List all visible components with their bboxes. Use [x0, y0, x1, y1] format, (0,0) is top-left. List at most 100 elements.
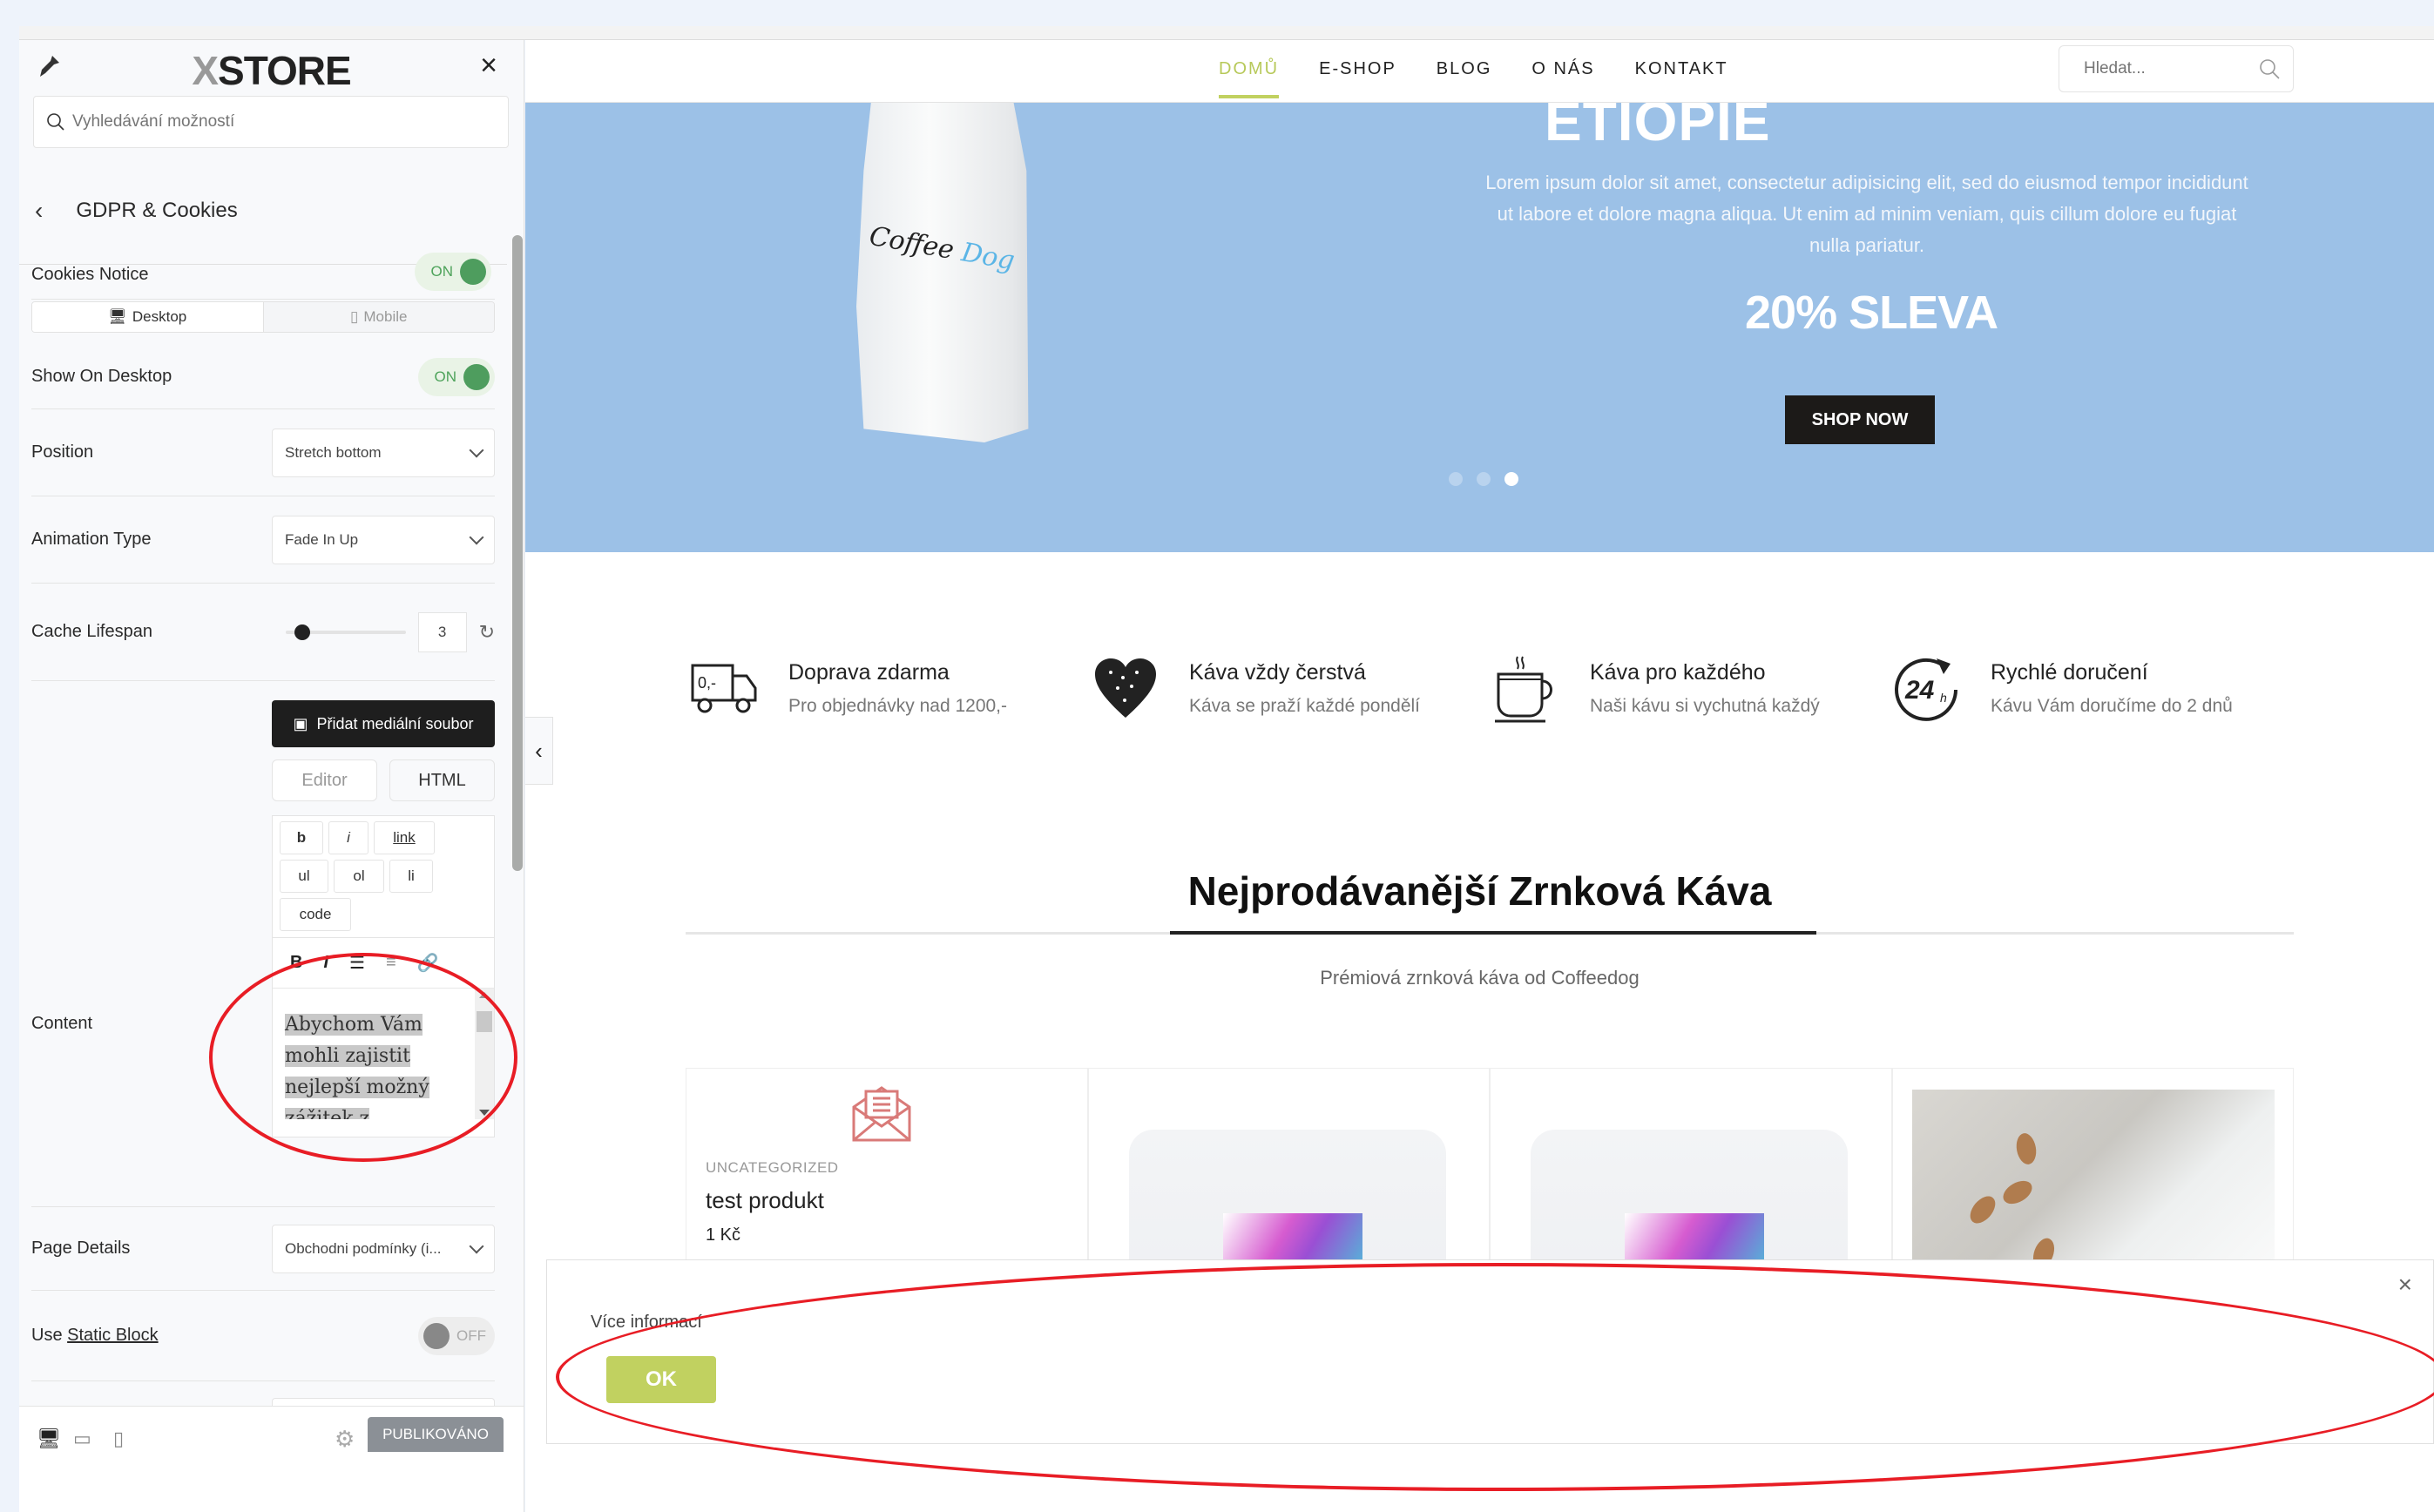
device-tabs: 🖥 Desktop ▯ Mobile: [31, 301, 495, 333]
cache-number-input[interactable]: 3: [417, 611, 467, 652]
slider-dots: [1449, 472, 1518, 486]
toggle-knob: [463, 363, 490, 390]
toggle-knob: [423, 1322, 450, 1349]
browser-top-strip: [19, 26, 2434, 40]
svg-text:0,-: 0,-: [698, 674, 716, 692]
heart-beans-icon: [1092, 655, 1160, 723]
close-icon[interactable]: ×: [480, 49, 497, 83]
option-position: Position Stretch bottom: [31, 409, 495, 496]
quicktags-toolbar: b i link ul ol li code: [272, 815, 495, 937]
shop-now-button[interactable]: SHOP NOW: [1785, 395, 1935, 444]
numbered-list-icon[interactable]: ≡: [386, 953, 396, 973]
customizer-sidebar: XSTORE × ‹ GDPR & Cookies Cookies Notice…: [19, 40, 524, 1512]
chevron-down-icon: [469, 530, 484, 544]
media-icon: ▣: [293, 714, 308, 732]
gear-icon[interactable]: ⚙: [335, 1426, 355, 1453]
features-row: 0,- Doprava zdarma Pro objednávky nad 120…: [691, 655, 2294, 723]
rte-toolbar: B I ☰ ≡ 🔗: [273, 938, 494, 989]
cup-icon: [1492, 655, 1560, 723]
more-info-link[interactable]: Více informací: [591, 1313, 702, 1333]
qt-italic[interactable]: i: [328, 821, 368, 854]
cookie-ok-button[interactable]: OK: [606, 1356, 716, 1403]
search-icon[interactable]: [2258, 57, 2281, 80]
feature-item: Káva pro každého Naši kávu si vychutná ka…: [1492, 655, 1893, 723]
menu-item-kontakt[interactable]: KONTAKT: [1635, 59, 1728, 79]
section-title: Nejprodávanější Zrnková Káva: [1187, 868, 1772, 914]
site-search[interactable]: [2059, 45, 2294, 92]
tab-desktop[interactable]: 🖥 Desktop: [32, 302, 264, 332]
options-search[interactable]: [33, 96, 509, 148]
bullet-list-icon[interactable]: ☰: [349, 952, 365, 974]
link-icon[interactable]: 🔗: [417, 952, 439, 974]
preview-tablet-icon[interactable]: ▭: [73, 1428, 91, 1450]
feature-item: Káva vždy čerstvá Káva se praží každé pon…: [1092, 655, 1492, 723]
static-block-toggle[interactable]: OFF: [418, 1316, 495, 1355]
option-cookies-notice: Cookies Notice ON: [31, 253, 495, 300]
qt-ol[interactable]: ol: [334, 860, 384, 893]
option-cache-lifespan: Cache Lifespan 3 ↻: [31, 584, 495, 681]
mobile-icon: ▯: [350, 308, 359, 325]
qt-li[interactable]: li: [389, 860, 433, 893]
search-icon: [47, 113, 64, 131]
section-title: GDPR & Cookies: [76, 198, 238, 222]
menu-item-eshop[interactable]: E-SHOP: [1319, 59, 1396, 79]
back-chevron-icon[interactable]: ‹: [35, 197, 43, 225]
feature-item: 24 h Rychlé doručení Kávu Vám doručíme do …: [1893, 655, 2294, 723]
sidebar-footer: 🖥 ▭ ▯ ⚙ PUBLIKOVÁNO: [19, 1406, 524, 1512]
option-show-desktop: Show On Desktop ON: [31, 345, 495, 409]
cache-slider[interactable]: [285, 624, 406, 640]
editor-scrollbar[interactable]: [475, 989, 494, 1119]
qt-ul[interactable]: ul: [280, 860, 328, 893]
italic-icon[interactable]: I: [323, 953, 328, 973]
menu-item-o-nas[interactable]: O NÁS: [1531, 59, 1594, 79]
slider-thumb[interactable]: [294, 624, 310, 640]
qt-link[interactable]: link: [374, 821, 435, 854]
tab-editor[interactable]: Editor: [272, 759, 377, 801]
toggle-knob: [460, 259, 486, 285]
feature-item: 0,- Doprava zdarma Pro objednávky nad 120…: [691, 655, 1092, 723]
collapse-sidebar-button[interactable]: ‹: [525, 717, 553, 785]
24h-icon: 24 h: [1893, 655, 1961, 723]
menu-item-blog[interactable]: BLOG: [1437, 59, 1492, 79]
add-media-button[interactable]: ▣ Přidat mediální soubor: [272, 700, 495, 747]
tab-html[interactable]: HTML: [389, 759, 495, 801]
bold-icon[interactable]: B: [290, 953, 302, 973]
rich-text-editor: B I ☰ ≡ 🔗 Abychom Vám mohli zajistit nej…: [272, 937, 495, 1137]
desktop-icon: 🖥: [108, 308, 127, 325]
preview-desktop-icon[interactable]: 🖥: [37, 1428, 61, 1450]
position-select[interactable]: Stretch bottom: [272, 428, 495, 477]
section-header: ‹ GDPR & Cookies: [19, 157, 507, 265]
animation-select[interactable]: Fade In Up: [272, 515, 495, 564]
reset-icon[interactable]: ↻: [479, 621, 495, 644]
svg-text:h: h: [1940, 691, 1947, 705]
options-search-input[interactable]: [72, 112, 490, 132]
slider-dot[interactable]: [1449, 472, 1463, 486]
close-icon[interactable]: ×: [2398, 1271, 2412, 1299]
content-editor-body[interactable]: Abychom Vám mohli zajistit nejlepší možn…: [273, 989, 473, 1119]
menu-item-domu[interactable]: DOMŮ: [1219, 59, 1280, 98]
product-category: UNCATEGORIZED: [706, 1159, 839, 1176]
page-details-select[interactable]: Obchodni podmínky (i...: [272, 1224, 495, 1273]
product-name[interactable]: test produkt: [706, 1187, 824, 1214]
qt-code[interactable]: code: [280, 898, 351, 931]
slider-dot-active[interactable]: [1504, 472, 1518, 486]
static-block-link[interactable]: Static Block: [67, 1326, 158, 1345]
hero-text: Lorem ipsum dolor sit amet, consectetur …: [1485, 172, 2248, 256]
envelope-icon: [852, 1086, 911, 1142]
hero-slider: Coffee Dog ETIOPIE Lorem ipsum dolor sit…: [525, 90, 2434, 552]
sidebar-scrollbar[interactable]: [512, 235, 523, 871]
hero-sale: 20% SLEVA: [1745, 287, 1998, 339]
site-preview: DOMŮ E-SHOP BLOG O NÁS KONTAKT Coffee Do…: [525, 40, 2434, 1512]
main-menu: DOMŮ E-SHOP BLOG O NÁS KONTAKT: [1219, 59, 1728, 98]
cookies-notice-toggle[interactable]: ON: [415, 253, 491, 291]
show-desktop-toggle[interactable]: ON: [418, 357, 495, 396]
chevron-left-icon: ‹: [535, 737, 543, 764]
publish-button[interactable]: PUBLIKOVÁNO: [368, 1417, 504, 1452]
option-page-details: Page Details Obchodni podmínky (i...: [31, 1207, 495, 1291]
truck-icon: 0,-: [691, 655, 759, 723]
site-search-input[interactable]: [2084, 59, 2241, 78]
tab-mobile[interactable]: ▯ Mobile: [263, 302, 494, 332]
slider-dot[interactable]: [1477, 472, 1491, 486]
qt-bold[interactable]: b: [280, 821, 323, 854]
preview-mobile-icon[interactable]: ▯: [113, 1428, 124, 1450]
